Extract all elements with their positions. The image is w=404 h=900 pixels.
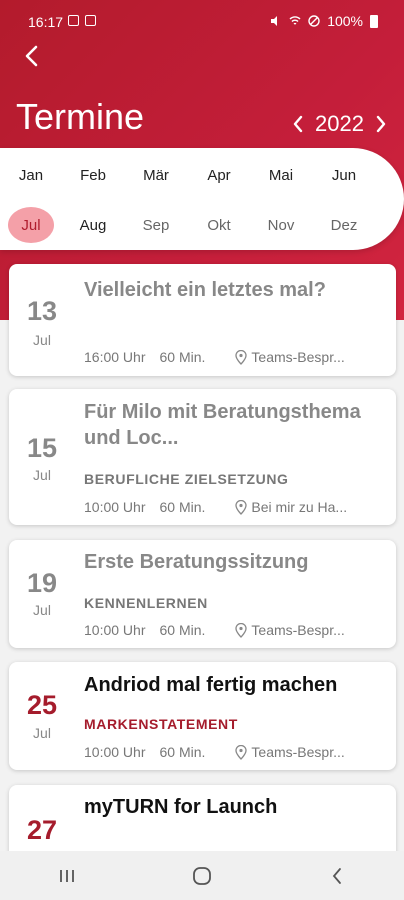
wifi-icon: [289, 16, 301, 25]
month-sep[interactable]: Sep: [133, 207, 179, 243]
home-icon: [193, 866, 211, 885]
appointment-day: 25: [26, 690, 58, 720]
month-jan[interactable]: Jan: [8, 157, 54, 193]
do-not-disturb-icon: [308, 15, 320, 27]
month-row-second-half: Jul Aug Sep Okt Nov Dez: [0, 207, 380, 243]
month-mar[interactable]: Mär: [133, 157, 179, 193]
appointment-duration: 60 Min.: [159, 744, 206, 760]
appointment-card[interactable]: 25 Jul Andriod mal fertig machen MARKENS…: [9, 662, 396, 770]
location-pin-icon: [235, 622, 248, 638]
system-back-button[interactable]: [307, 856, 367, 896]
chevron-right-icon: [376, 115, 386, 133]
previous-year-button[interactable]: [287, 111, 309, 137]
appointment-card[interactable]: 15 Jul Für Milo mit Beratungsthema und L…: [9, 389, 396, 525]
appointment-meta: 10:00 Uhr 60 Min. Teams-Bespr...: [84, 622, 384, 638]
appointment-time: 10:00 Uhr: [84, 744, 146, 760]
appointment-time: 16:00 Uhr: [84, 349, 146, 365]
status-time: 16:17: [28, 14, 64, 30]
appointment-meta: 10:00 Uhr 60 Min. Teams-Bespr...: [84, 744, 384, 760]
appointment-location: Teams-Bespr...: [235, 349, 345, 365]
home-button[interactable]: [172, 856, 232, 896]
appointment-title: Erste Beratungssitzung: [84, 551, 309, 573]
appointment-location: Bei mir zu Ha...: [235, 499, 347, 515]
status-indicators: 100%: [270, 13, 378, 29]
month-jun[interactable]: Jun: [321, 157, 367, 193]
month-apr[interactable]: Apr: [196, 157, 242, 193]
system-navigation-bar: [0, 851, 404, 900]
recent-apps-icon: [60, 869, 75, 882]
appointment-month: Jul: [33, 332, 51, 348]
appointment-category: BERUFLICHE ZIELSETZUNG: [84, 471, 289, 487]
recent-apps-button[interactable]: [37, 856, 97, 896]
month-mai[interactable]: Mai: [258, 157, 304, 193]
appointment-category: MARKENSTATEMENT: [84, 716, 238, 732]
appointment-card[interactable]: 27 myTURN for Launch: [9, 785, 396, 855]
appointment-category: KENNENLERNEN: [84, 595, 208, 611]
year-selector: 2022: [287, 111, 392, 137]
chevron-left-icon: [293, 115, 303, 133]
appointment-location: Teams-Bespr...: [235, 744, 345, 760]
battery-icon: [370, 14, 378, 28]
page-title: Termine: [16, 96, 145, 137]
appointment-time: 10:00 Uhr: [84, 499, 146, 515]
appointment-location-text: Teams-Bespr...: [251, 744, 345, 760]
status-bar: 16:17 100%: [0, 0, 404, 46]
appointment-title: Für Milo mit Beratungsthema und Loc...: [84, 401, 361, 449]
appointment-day: 13: [26, 296, 58, 326]
appointment-location-text: Bei mir zu Ha...: [251, 499, 348, 515]
appointment-title: Vielleicht ein letztes mal?: [84, 279, 326, 301]
month-okt[interactable]: Okt: [196, 207, 242, 243]
location-pin-icon: [235, 499, 248, 515]
notification-icons: [68, 15, 96, 26]
appointment-card[interactable]: 19 Jul Erste Beratungssitzung KENNENLERN…: [9, 540, 396, 648]
month-feb[interactable]: Feb: [70, 157, 116, 193]
appointment-title: myTURN for Launch: [84, 796, 278, 818]
appointment-duration: 60 Min.: [159, 349, 206, 365]
back-icon: [332, 867, 341, 884]
chevron-left-icon: [25, 45, 38, 67]
appointment-card[interactable]: 13 Jul Vielleicht ein letztes mal? 16:00…: [9, 264, 396, 376]
mute-icon: [271, 16, 278, 26]
appointment-month: Jul: [33, 725, 51, 741]
appointment-location-text: Teams-Bespr...: [251, 622, 345, 638]
appointment-day: 19: [26, 568, 58, 598]
month-row-first-half: Jan Feb Mär Apr Mai Jun: [0, 157, 380, 193]
next-year-button[interactable]: [370, 111, 392, 137]
appointment-meta: 16:00 Uhr 60 Min. Teams-Bespr...: [84, 349, 384, 365]
appointment-time: 10:00 Uhr: [84, 622, 146, 638]
appointment-duration: 60 Min.: [159, 499, 206, 515]
location-pin-icon: [235, 744, 248, 760]
appointment-day: 15: [26, 433, 58, 463]
month-aug[interactable]: Aug: [70, 207, 116, 243]
year-label: 2022: [315, 111, 364, 136]
back-button[interactable]: [16, 40, 48, 72]
appointment-month: Jul: [33, 602, 51, 618]
image-icon: [68, 15, 79, 26]
app-notification-icon: [85, 15, 96, 26]
appointment-meta: 10:00 Uhr 60 Min. Bei mir zu Ha...: [84, 499, 384, 515]
appointment-title: Andriod mal fertig machen: [84, 674, 338, 696]
battery-percentage: 100%: [327, 13, 363, 29]
month-dez[interactable]: Dez: [321, 207, 367, 243]
appointment-month: Jul: [33, 467, 51, 483]
month-picker: Jan Feb Mär Apr Mai Jun Jul Aug Sep Okt …: [0, 148, 404, 250]
month-nov[interactable]: Nov: [258, 207, 304, 243]
appointment-duration: 60 Min.: [159, 622, 206, 638]
month-jul[interactable]: Jul: [8, 207, 54, 243]
appointment-location-text: Teams-Bespr...: [251, 349, 345, 365]
location-pin-icon: [235, 349, 248, 365]
appointment-day: 27: [26, 815, 58, 845]
appointment-location: Teams-Bespr...: [235, 622, 345, 638]
